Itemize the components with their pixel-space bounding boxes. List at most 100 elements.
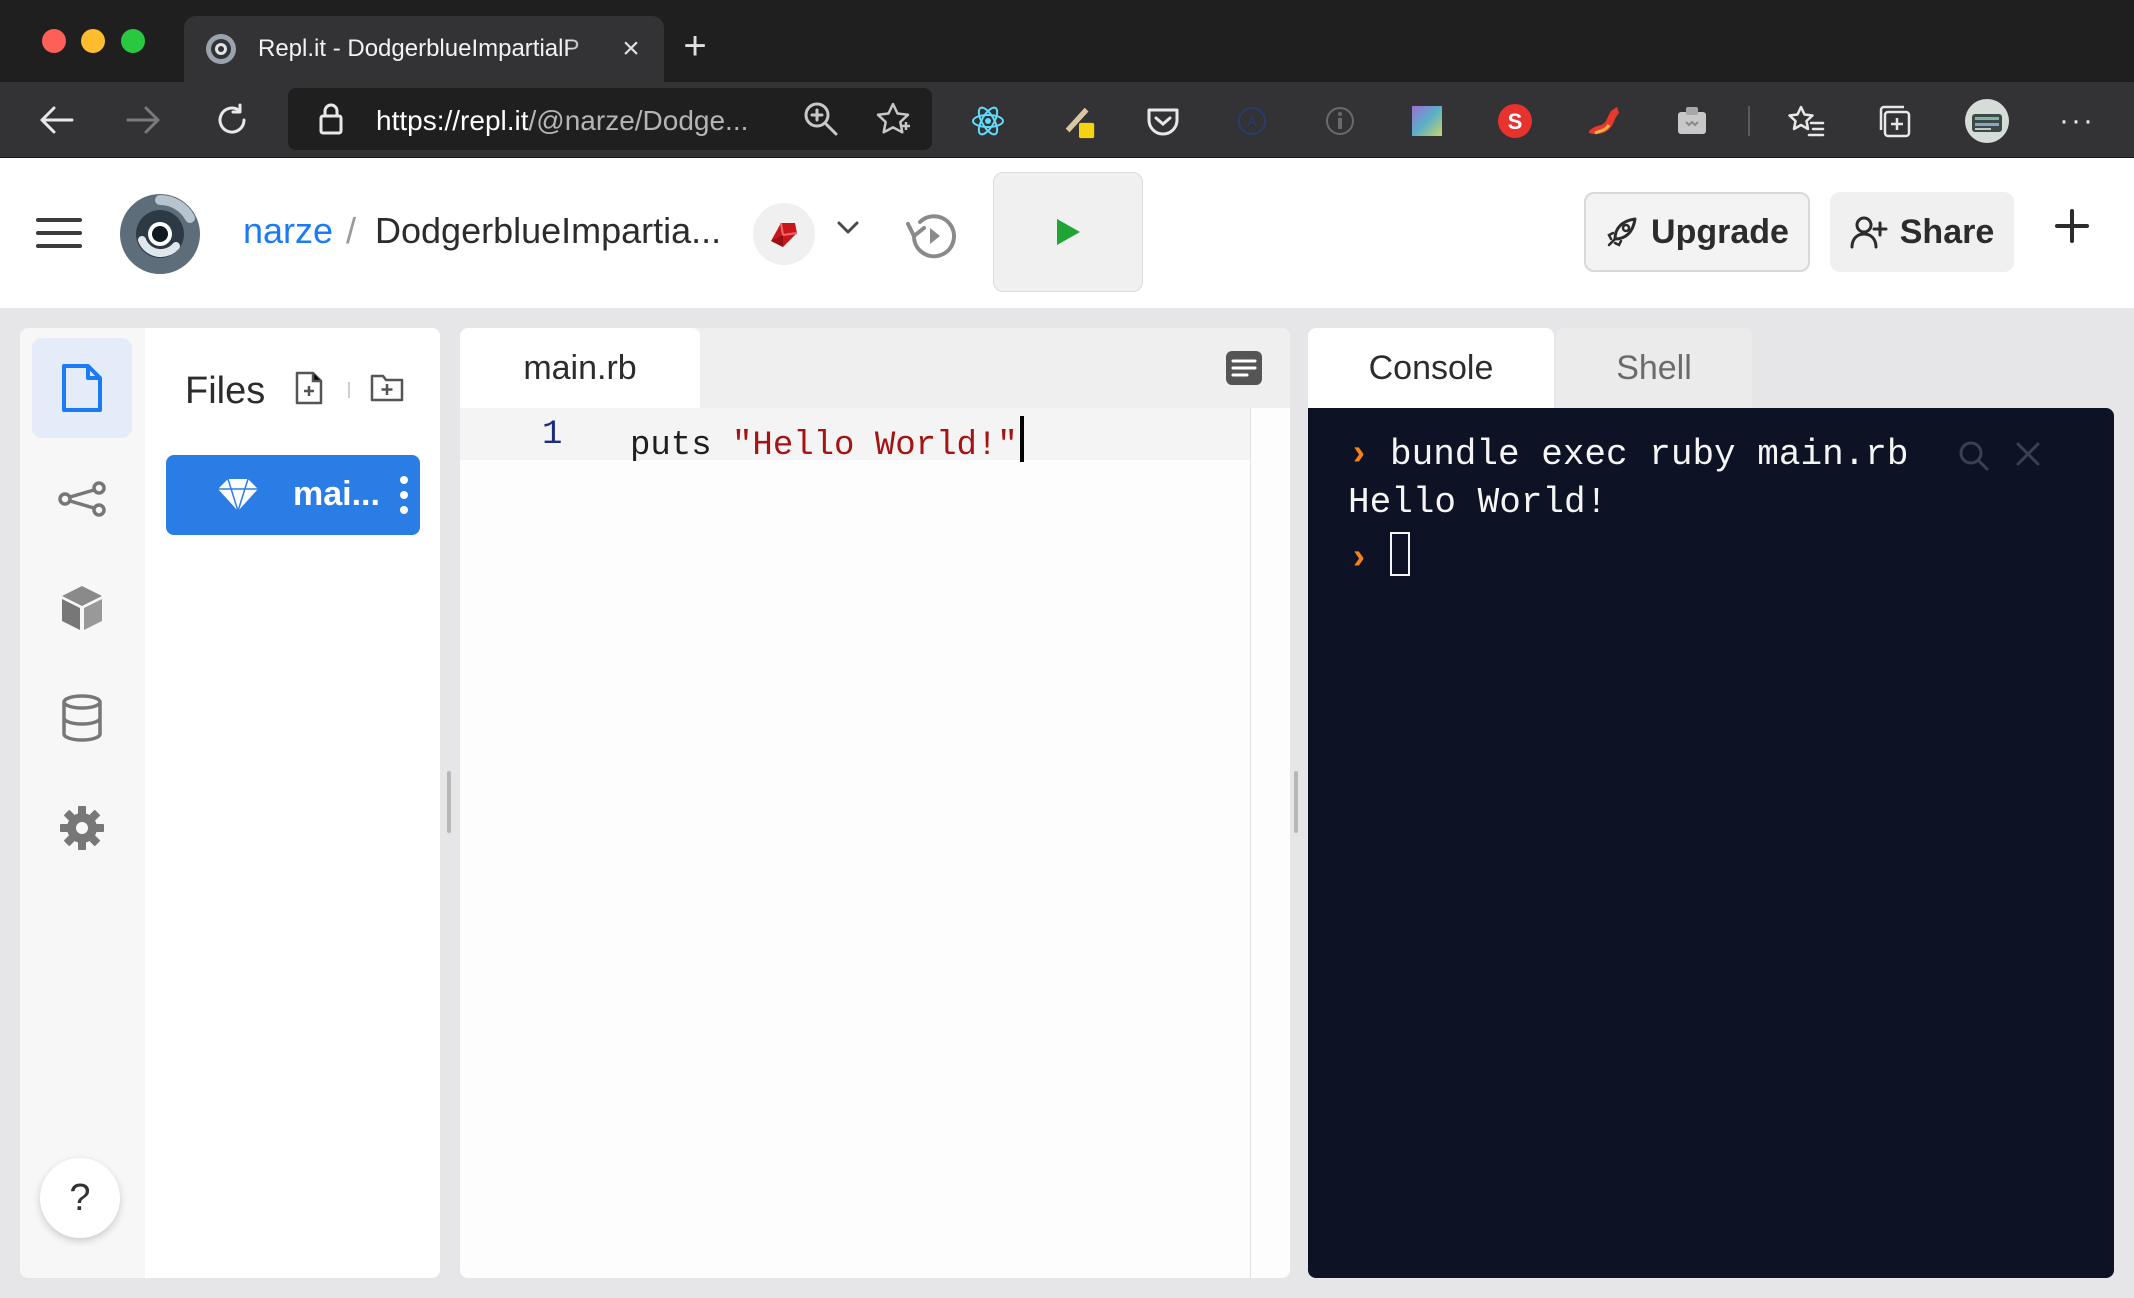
tab-close-icon[interactable]: × <box>618 32 644 66</box>
clipboard-extension-icon[interactable] <box>1673 102 1711 140</box>
s-extension-icon[interactable]: S <box>1496 102 1534 140</box>
sidebar-item-database[interactable] <box>32 668 132 768</box>
plus-icon[interactable] <box>2054 208 2090 244</box>
repl-header: narze / DodgerblueImpartia... Upgrade Sh… <box>0 158 2134 308</box>
package-icon <box>62 586 102 630</box>
rocket-icon <box>1607 217 1637 247</box>
arrow-left-icon <box>40 106 74 134</box>
history-icon[interactable] <box>904 210 960 262</box>
share-nodes-icon <box>58 481 106 517</box>
pocket-icon[interactable] <box>1144 102 1182 140</box>
svg-text:S: S <box>1508 109 1523 134</box>
run-button[interactable] <box>993 172 1143 292</box>
tab-shell[interactable]: Shell <box>1556 328 1752 408</box>
add-user-icon <box>1850 216 1888 249</box>
svg-text:A: A <box>1247 113 1257 129</box>
prompt-icon: › <box>1348 434 1370 475</box>
share-button[interactable]: Share <box>1830 192 2014 272</box>
favorites-icon[interactable] <box>1787 102 1825 140</box>
arrow-right-icon <box>126 106 160 134</box>
more-menu-button[interactable]: ··· <box>2058 102 2096 140</box>
editor-resize-handle[interactable] <box>1294 771 1298 833</box>
files-resize-handle[interactable] <box>447 771 451 833</box>
file-item-main-rb[interactable]: mai... <box>166 455 420 535</box>
ruby-gem-icon <box>218 478 258 512</box>
window-close-button[interactable] <box>42 29 66 53</box>
url-text: https://repl.it/@narze/Dodge... <box>376 105 749 136</box>
highlighter-extension-icon[interactable] <box>1060 102 1098 140</box>
database-icon <box>62 694 102 742</box>
format-code-icon[interactable] <box>1225 350 1263 386</box>
star-icon[interactable] <box>874 100 912 138</box>
sidebar-item-files[interactable] <box>32 338 132 438</box>
prompt-icon: › <box>1348 538 1370 579</box>
editor-tab-main-rb[interactable]: main.rb <box>460 328 700 408</box>
browser-tab-title: Repl.it - DodgerblueImpartialP <box>258 35 580 62</box>
upgrade-label: Upgrade <box>1651 212 1789 251</box>
line-number: 1 <box>542 416 563 454</box>
replit-logo-icon[interactable] <box>118 192 202 276</box>
profile-avatar[interactable] <box>1964 98 2010 144</box>
files-panel: Files mai... <box>145 328 440 1278</box>
chevron-down-icon[interactable] <box>836 220 860 236</box>
window-minimize-button[interactable] <box>81 29 105 53</box>
sidebar-rail: ? <box>20 328 145 1278</box>
breadcrumb-username[interactable]: narze <box>243 210 333 252</box>
breadcrumb-separator: / <box>346 210 357 251</box>
reload-button[interactable] <box>210 98 254 142</box>
lock-icon <box>319 103 343 135</box>
console-input-line[interactable]: › <box>1348 532 1410 579</box>
upgrade-button[interactable]: Upgrade <box>1584 192 1810 272</box>
share-label: Share <box>1899 212 1995 251</box>
cat-extension-icon[interactable] <box>1585 102 1623 140</box>
tab-console[interactable]: Console <box>1308 328 1554 408</box>
code-text[interactable]: puts "Hello World!" <box>630 416 1024 465</box>
window-zoom-button[interactable] <box>121 29 145 53</box>
new-tab-button[interactable]: + <box>678 26 712 66</box>
help-button[interactable]: ? <box>40 1158 120 1238</box>
close-icon[interactable] <box>2014 440 2042 468</box>
kebab-menu-icon[interactable] <box>398 475 410 515</box>
replit-favicon-icon <box>206 34 236 64</box>
console-command-line: › bundle exec ruby main.rb <box>1348 434 1909 475</box>
add-file-icon[interactable] <box>293 370 325 406</box>
file-name: mai... <box>293 475 380 513</box>
browser-toolbar: https://repl.it/@narze/Dodge... A S ··· <box>0 82 2134 158</box>
code-line[interactable]: 1 puts "Hello World!" <box>460 408 1250 465</box>
forward-button[interactable] <box>122 98 166 142</box>
menu-icon[interactable] <box>36 218 82 257</box>
gear-icon <box>60 806 104 850</box>
browser-tab-active[interactable]: Repl.it - DodgerblueImpartialP × <box>184 16 664 82</box>
address-bar[interactable]: https://repl.it/@narze/Dodge... <box>288 88 932 150</box>
editor-tab-strip: main.rb <box>460 328 1290 408</box>
browser-tab-bar: Repl.it - DodgerblueImpartialP × + <box>0 0 2134 82</box>
ruby-icon <box>771 222 798 247</box>
file-icon <box>62 364 102 412</box>
collections-icon[interactable] <box>1875 102 1913 140</box>
reload-icon <box>218 103 246 134</box>
ruby-language-badge[interactable] <box>753 203 815 265</box>
files-toolbar-separator <box>348 382 350 398</box>
repl-name[interactable]: DodgerblueImpartia... <box>375 210 721 252</box>
back-button[interactable] <box>34 98 78 142</box>
sidebar-item-packages[interactable] <box>32 558 132 658</box>
toolbar-separator <box>1748 106 1750 136</box>
code-editor[interactable]: main.rb 1 puts "Hello World!" <box>460 328 1290 1278</box>
react-devtools-icon[interactable] <box>969 102 1007 140</box>
zoom-icon[interactable] <box>802 100 840 138</box>
search-icon[interactable] <box>1958 440 1990 472</box>
console-output-line: Hello World! <box>1348 482 1608 523</box>
terminal-cursor <box>1390 532 1410 576</box>
sidebar-item-version-control[interactable] <box>32 449 132 549</box>
console-output[interactable]: › bundle exec ruby main.rb Hello World! › <box>1308 408 2114 1278</box>
accessibility-extension-icon[interactable]: A <box>1233 102 1271 140</box>
sidebar-item-settings[interactable] <box>32 778 132 878</box>
console-tab-strip: Console Shell <box>1308 328 2114 408</box>
info-extension-icon[interactable] <box>1321 102 1359 140</box>
add-folder-icon[interactable] <box>369 370 405 404</box>
text-cursor <box>1019 416 1024 462</box>
play-icon <box>1057 219 1080 245</box>
color-picker-extension-icon[interactable] <box>1408 102 1446 140</box>
files-title: Files <box>185 370 266 412</box>
editor-ruler <box>1250 408 1251 1278</box>
